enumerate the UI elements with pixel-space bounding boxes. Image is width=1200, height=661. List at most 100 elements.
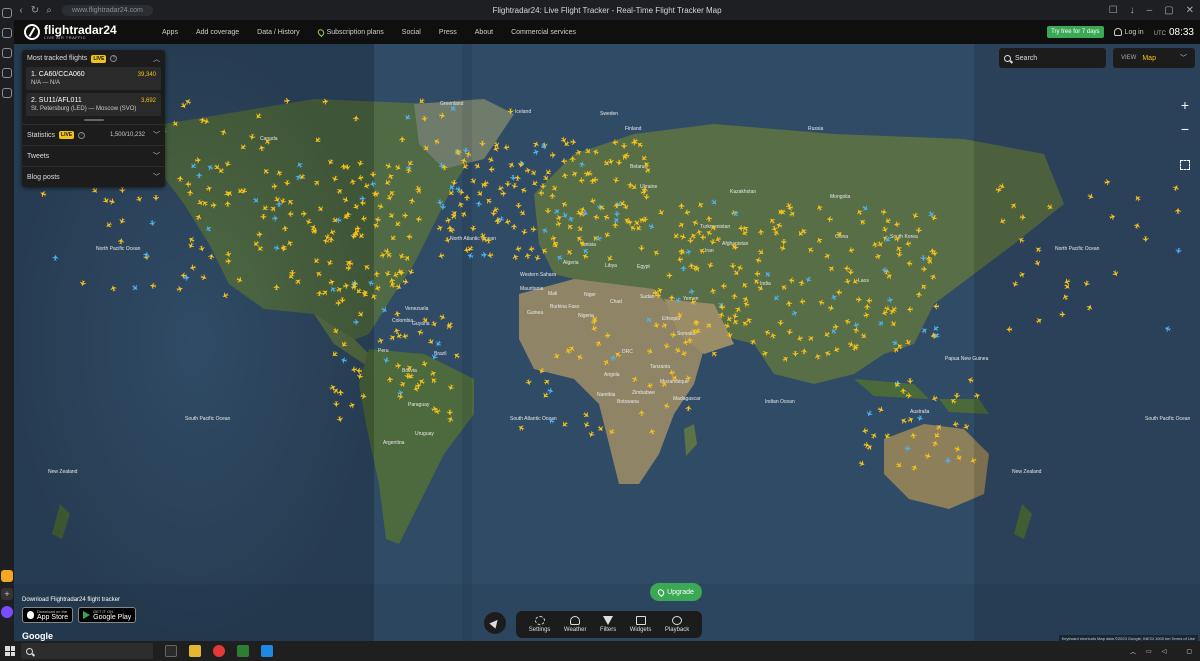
file-explorer-icon[interactable] <box>189 645 201 657</box>
search-input[interactable]: Search <box>999 48 1106 68</box>
map-label: Nigeria <box>578 313 594 319</box>
weather-button[interactable]: Weather <box>563 616 587 633</box>
blog-section[interactable]: Blog posts ﹀ <box>22 166 165 187</box>
maximize-icon[interactable]: ▢ <box>1164 5 1173 16</box>
flight-watchers: 3,692 <box>140 97 156 104</box>
tracked-flight-1[interactable]: 1. CA60/CCA060 39,340 N/A — N/A <box>26 67 161 90</box>
zoom-out-button[interactable]: − <box>1176 120 1194 138</box>
bookmark-icon[interactable]: ☐ <box>1109 5 1118 16</box>
search-icon <box>1004 54 1011 62</box>
nav-press[interactable]: Press <box>439 29 457 36</box>
minimize-icon[interactable]: – <box>1147 5 1153 16</box>
browser-assistant-icon[interactable] <box>1 606 13 618</box>
widgets-label: Widgets <box>629 627 652 633</box>
utc-time: 08:33 <box>1168 26 1194 38</box>
tray-chevron-icon[interactable]: ︿ <box>1130 647 1136 656</box>
tracked-flight-2[interactable]: 2. SU11/AFL011 3,692 St. Petersburg (LED… <box>26 93 161 116</box>
scroll-indicator[interactable] <box>83 119 104 121</box>
chevron-down-icon[interactable]: ﹀ <box>153 151 160 161</box>
help-icon[interactable]: ? <box>110 55 118 62</box>
chevron-up-icon[interactable]: ︿ <box>153 54 160 64</box>
blog-title: Blog posts <box>27 173 60 181</box>
notifications-icon[interactable]: ▢ <box>1186 648 1192 655</box>
flight-map[interactable]: Greenland Canada Iceland Sweden Finland Russi… <box>14 44 1200 641</box>
tweets-section[interactable]: Tweets ﹀ <box>22 145 165 166</box>
chevron-down-icon[interactable]: ﹀ <box>153 172 160 182</box>
app-store-label: App Store <box>37 614 69 621</box>
fullscreen-icon[interactable] <box>1180 160 1190 170</box>
browser-tabs-icon[interactable] <box>2 28 12 38</box>
upgrade-button[interactable]: Upgrade <box>650 583 702 601</box>
task-view-icon[interactable] <box>165 645 177 657</box>
statistics-help-icon[interactable]: ? <box>78 131 86 139</box>
chevron-down-icon[interactable]: ﹀ <box>153 130 160 140</box>
filters-button[interactable]: Filters <box>600 616 616 633</box>
map-label: Mauritania <box>520 286 544 292</box>
nav-add-coverage[interactable]: Add coverage <box>196 29 239 36</box>
statistics-section[interactable]: Statistics LIVE ? 1,500/10,232 ﹀ <box>22 124 165 145</box>
widgets-button[interactable]: Widgets <box>629 616 652 633</box>
volume-icon[interactable]: ◁ <box>1162 648 1167 655</box>
google-logo[interactable]: Google <box>22 631 53 641</box>
nav-apps[interactable]: Apps <box>162 29 178 36</box>
flight-callsign: 1. CA60/CCA060 <box>31 71 85 78</box>
network-icon[interactable]: ▭ <box>1146 648 1152 655</box>
windows-start-icon[interactable] <box>5 646 15 656</box>
playback-button[interactable]: Playback <box>665 616 689 633</box>
app-store-button[interactable]: Download on the App Store <box>22 607 74 623</box>
subscription-pin-icon <box>315 27 326 37</box>
browser-collections-icon[interactable] <box>2 68 12 78</box>
map-label: Tanzania <box>650 364 670 370</box>
view-selector[interactable]: VIEW Map ﹀ <box>1113 48 1195 68</box>
taskbar: ︿ ▭ ◁ ▢ <box>0 641 1200 661</box>
weather-label: Weather <box>563 627 587 633</box>
nav-social[interactable]: Social <box>402 29 421 36</box>
browser-app-icon[interactable] <box>1 570 13 582</box>
address-bar[interactable]: www.flightradar24.com <box>62 4 153 16</box>
nav-commercial-services[interactable]: Commercial services <box>511 29 576 36</box>
map-label: Paraguay <box>408 402 430 408</box>
back-icon[interactable]: ‹ <box>14 5 28 16</box>
browser-home-icon[interactable] <box>2 8 12 18</box>
map-label: South Pacific Ocean <box>1145 416 1191 422</box>
close-icon[interactable]: ✕ <box>1186 5 1194 16</box>
zoom-in-button[interactable]: + <box>1176 96 1194 114</box>
terminal-app-icon[interactable] <box>237 645 249 657</box>
window-controls: ☐ ↓ – ▢ ✕ <box>1109 5 1194 16</box>
map-label: Niger <box>584 292 596 298</box>
settings-button[interactable]: Settings <box>529 616 550 633</box>
most-tracked-header[interactable]: Most tracked flights LIVE ? ︿ <box>22 50 165 67</box>
try-free-button[interactable]: Try free for 7 days <box>1047 26 1104 38</box>
taskbar-search[interactable] <box>21 643 153 659</box>
statistics-live-badge: LIVE <box>59 131 75 139</box>
logo[interactable]: flightradar24 LIVE AIR TRAFFIC <box>24 24 144 40</box>
map-label: Chad <box>610 299 622 305</box>
left-panel: Most tracked flights LIVE ? ︿ 1. CA60/CC… <box>22 50 165 187</box>
browser-add-icon[interactable]: + <box>1 588 13 600</box>
nav-data-history[interactable]: Data / History <box>257 29 299 36</box>
login-button[interactable]: Log in <box>1113 28 1144 36</box>
nav-about[interactable]: About <box>475 29 493 36</box>
app-icon[interactable] <box>261 645 273 657</box>
map-label: Peru <box>378 348 389 354</box>
map-canvas[interactable]: Greenland Canada Iceland Sweden Finland Russi… <box>14 44 1200 641</box>
map-label: Colombia <box>392 318 413 324</box>
nav-subscription-plans[interactable]: Subscription plans <box>315 27 384 37</box>
download-icon[interactable]: ↓ <box>1130 5 1135 16</box>
locate-button[interactable] <box>484 612 506 634</box>
map-label: Guinea <box>527 310 543 316</box>
nav-subscription-label: Subscription plans <box>326 28 384 36</box>
browser-sidebar: + <box>0 0 14 641</box>
weather-icon <box>570 616 581 625</box>
map-label: Laos <box>858 278 869 284</box>
map-label: Yemen <box>683 296 699 302</box>
browser-play-icon[interactable] <box>2 48 12 58</box>
browser-panel-icon[interactable] <box>2 88 12 98</box>
map-label: Bolivia <box>402 368 417 374</box>
map-label: Indian Ocean <box>765 399 795 405</box>
google-play-button[interactable]: GET IT ON Google Play <box>78 607 137 623</box>
map-toolbar: Settings Weather Filters Widgets Playbac… <box>516 611 702 638</box>
reload-icon[interactable]: ↻ <box>28 5 42 16</box>
yandex-browser-icon[interactable] <box>213 645 225 657</box>
map-label: South Korea <box>890 234 918 240</box>
